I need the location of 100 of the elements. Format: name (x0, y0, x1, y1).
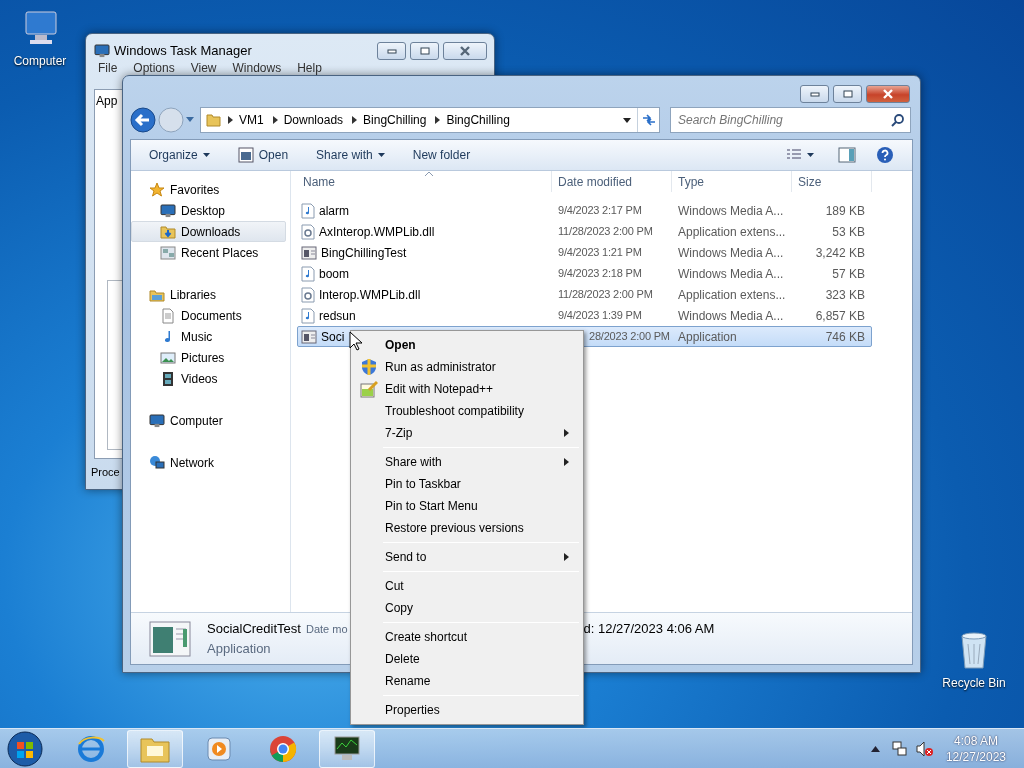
close-button[interactable] (866, 85, 910, 103)
column-header[interactable]: Type (672, 171, 792, 192)
file-date: 28/2023 2:00 PM (588, 329, 671, 345)
file-size: 746 KB (824, 328, 865, 346)
file-date: 11/28/2023 2:00 PM (557, 224, 654, 240)
details-view-icon (786, 149, 802, 161)
menu-item[interactable]: Rename (353, 670, 581, 692)
menu-item[interactable]: Pin to Taskbar (353, 473, 581, 495)
film-icon (160, 370, 176, 387)
menu-item[interactable]: Share with (353, 451, 581, 473)
network-icon (149, 454, 165, 471)
address-bar[interactable]: VM1 Downloads BingChilling BingChilling (200, 107, 660, 133)
nav-item[interactable]: Desktop (131, 200, 286, 221)
file-type: Application extens... (677, 223, 787, 241)
history-dropdown-icon[interactable] (186, 117, 194, 123)
menu-item[interactable]: Run as administrator (353, 356, 581, 378)
network-icon[interactable] (891, 740, 908, 757)
file-row[interactable]: BingChillingTest 9/4/2023 1:21 PM Windows Media A... 3,242 KB (297, 242, 872, 263)
show-hidden-icons-arrow[interactable] (870, 745, 880, 752)
toolbar-button[interactable]: New folder (404, 143, 479, 167)
nav-item[interactable]: Downloads (131, 221, 286, 242)
start-button[interactable] (5, 729, 45, 768)
file-row[interactable]: boom 9/4/2023 2:18 PM Windows Media A... 57 KB (297, 263, 872, 284)
menu-item[interactable]: Troubleshoot compatibility (353, 400, 581, 422)
file-name: redsun (319, 307, 356, 325)
minimize-button[interactable] (800, 85, 829, 103)
recent-places-icon (160, 244, 176, 261)
file-size: 6,857 KB (814, 307, 865, 325)
details-label: Date mo (305, 622, 348, 637)
file-row[interactable]: redsun 9/4/2023 1:39 PM Windows Media A... 6,857 KB (297, 305, 872, 326)
menu-item[interactable]: Copy (353, 597, 581, 619)
program-window-icon (301, 329, 317, 344)
menu-item[interactable]: Send to (353, 546, 581, 568)
gear-file-icon (301, 223, 315, 240)
nav-item[interactable]: Favorites (131, 179, 286, 200)
menu-item[interactable]: Properties (353, 699, 581, 721)
file-row[interactable]: AxInterop.WMPLib.dll 11/28/2023 2:00 PM Application extens... 53 KB (297, 221, 872, 242)
program-window-icon (237, 147, 254, 163)
file-name: alarm (319, 202, 349, 220)
file-name: BingChillingTest (321, 244, 407, 262)
toolbar-button[interactable]: Organize (141, 143, 218, 167)
file-row[interactable]: Interop.WMPLib.dll 11/28/2023 2:00 PM Application extens... 323 KB (297, 284, 872, 305)
menu-item[interactable]: Edit with Notepad++ (353, 378, 581, 400)
nav-item[interactable]: Libraries (131, 284, 286, 305)
menu-item[interactable]: File (98, 60, 118, 75)
toolbar-button[interactable]: Share with (308, 143, 393, 167)
menu-item[interactable]: Pin to Start Menu (353, 495, 581, 517)
nav-item[interactable]: Network (131, 452, 286, 473)
menu-item[interactable]: View (190, 60, 217, 75)
nav-item[interactable]: Music (131, 326, 286, 347)
breadcrumb-item[interactable]: VM1 (239, 111, 264, 129)
menu-item[interactable]: Help (297, 60, 322, 75)
menu-item[interactable]: Options (133, 60, 175, 75)
menu-item[interactable]: Cut (353, 575, 581, 597)
nav-item[interactable]: Recent Places (131, 242, 286, 263)
nav-item[interactable]: Pictures (131, 347, 286, 368)
maximize-icon (842, 90, 853, 98)
breadcrumb-item[interactable]: BingChilling (363, 111, 427, 129)
volume-muted-icon[interactable] (915, 740, 934, 757)
close-button[interactable] (443, 41, 487, 60)
nav-item[interactable]: Computer (131, 410, 286, 431)
menu-item[interactable]: Create shortcut (353, 626, 581, 648)
notepad-icon (360, 380, 378, 398)
search-icon (891, 113, 905, 127)
search-field[interactable]: Search BingChilling (670, 107, 911, 133)
file-name: boom (319, 265, 350, 283)
details-type: Application (207, 639, 272, 658)
back-button[interactable] (130, 107, 156, 133)
tab[interactable]: App (96, 92, 118, 110)
taskbar-button[interactable] (319, 729, 375, 768)
maximize-button[interactable] (410, 41, 439, 60)
caret-down-icon (807, 153, 814, 157)
column-header[interactable]: Size (792, 171, 872, 192)
media-player-icon (205, 734, 233, 763)
breadcrumb-item[interactable]: BingChilling (446, 111, 510, 129)
window-title: Windows Task Manager (114, 42, 252, 60)
menu-item[interactable]: 7-Zip (353, 422, 581, 444)
status-text: Proce (91, 465, 120, 480)
minimize-button[interactable] (377, 41, 406, 60)
nav-item[interactable]: Documents (131, 305, 286, 326)
column-header[interactable]: Name (297, 171, 552, 192)
nav-item[interactable]: Videos (131, 368, 286, 389)
toolbar-button[interactable]: Open (229, 143, 297, 167)
chevron-right-icon (225, 116, 235, 124)
maximize-button[interactable] (833, 85, 862, 103)
menu-item[interactable]: Delete (353, 648, 581, 670)
search-input[interactable]: Search BingChilling (671, 110, 891, 130)
breadcrumb-item[interactable]: Downloads (283, 111, 344, 129)
file-type: Windows Media A... (677, 202, 785, 220)
menu-item[interactable]: Windows (232, 60, 282, 75)
cursor-icon (349, 331, 363, 351)
column-header[interactable]: Date modified (552, 171, 672, 192)
file-type: Application (677, 328, 738, 346)
file-row[interactable]: alarm 9/4/2023 2:17 PM Windows Media A... 189 KB (297, 200, 872, 221)
menu-item[interactable]: Restore previous versions (353, 517, 581, 539)
folder-icon (205, 112, 221, 128)
monitor-icon (332, 734, 362, 763)
document-icon (160, 307, 176, 324)
file-size: 323 KB (824, 286, 865, 304)
dropdown-arrow-icon[interactable] (623, 117, 631, 123)
